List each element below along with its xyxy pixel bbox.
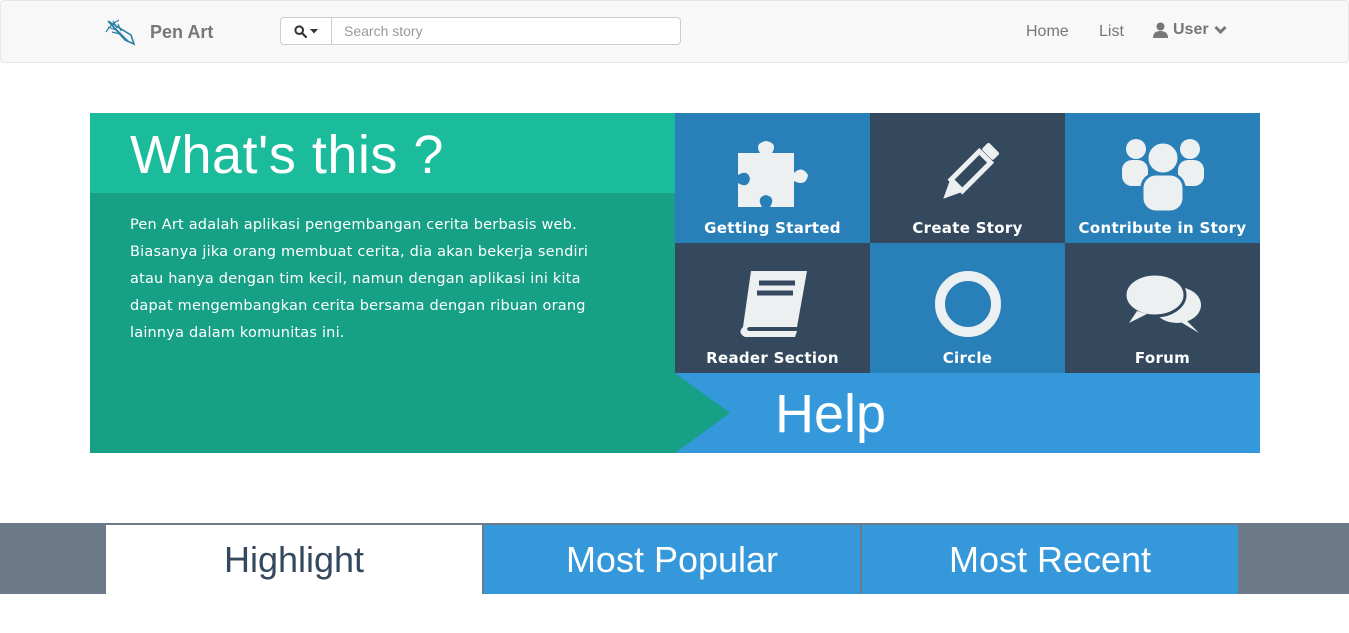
tile-label: Contribute in Story xyxy=(1078,219,1247,237)
tile-label: Create Story xyxy=(912,219,1023,237)
nav-home-link[interactable]: Home xyxy=(1026,23,1069,41)
help-label[interactable]: Help xyxy=(775,383,886,445)
search-input[interactable] xyxy=(332,17,681,45)
search-group xyxy=(280,17,681,45)
tile-circle[interactable]: Circle xyxy=(870,243,1065,373)
chat-bubbles-icon xyxy=(1065,263,1260,345)
tile-label: Circle xyxy=(942,349,993,367)
circle-icon xyxy=(870,263,1065,345)
tile-label: Getting Started xyxy=(704,219,841,237)
brand-name[interactable]: Pen Art xyxy=(150,22,213,43)
user-icon xyxy=(1153,22,1168,38)
tab-most-recent[interactable]: Most Recent xyxy=(862,525,1238,594)
hero-description: Pen Art adalah aplikasi pengembangan cer… xyxy=(130,217,589,341)
tile-reader-section[interactable]: Reader Section xyxy=(675,243,870,373)
book-icon xyxy=(675,263,870,345)
tab-most-popular[interactable]: Most Popular xyxy=(484,525,860,594)
user-menu-label: User xyxy=(1173,21,1209,38)
tile-contribute-in-story[interactable]: Contribute in Story xyxy=(1065,113,1260,243)
caret-down-icon xyxy=(310,28,318,33)
puzzle-icon xyxy=(675,133,870,215)
navbar: Pen Art Home List User xyxy=(0,0,1349,63)
help-banner[interactable] xyxy=(675,373,1260,453)
users-icon xyxy=(1065,133,1260,215)
search-type-dropdown[interactable] xyxy=(280,17,332,45)
help-arrow-pointer xyxy=(675,373,730,453)
tile-getting-started[interactable]: Getting Started xyxy=(675,113,870,243)
user-menu-dropdown[interactable]: User xyxy=(1153,21,1227,39)
pen-art-logo-icon[interactable] xyxy=(105,18,137,46)
pencil-icon xyxy=(870,133,1065,215)
tile-label: Forum xyxy=(1134,349,1191,367)
chevron-down-icon xyxy=(1214,25,1227,35)
tab-highlight[interactable]: Highlight xyxy=(106,525,482,594)
hero-title: What's this ? xyxy=(130,125,444,185)
search-icon xyxy=(294,24,307,38)
tile-create-story[interactable]: Create Story xyxy=(870,113,1065,243)
nav-list-link[interactable]: List xyxy=(1099,23,1124,41)
content-area xyxy=(0,594,1349,633)
tile-label: Reader Section xyxy=(706,349,839,367)
tile-forum[interactable]: Forum xyxy=(1065,243,1260,373)
